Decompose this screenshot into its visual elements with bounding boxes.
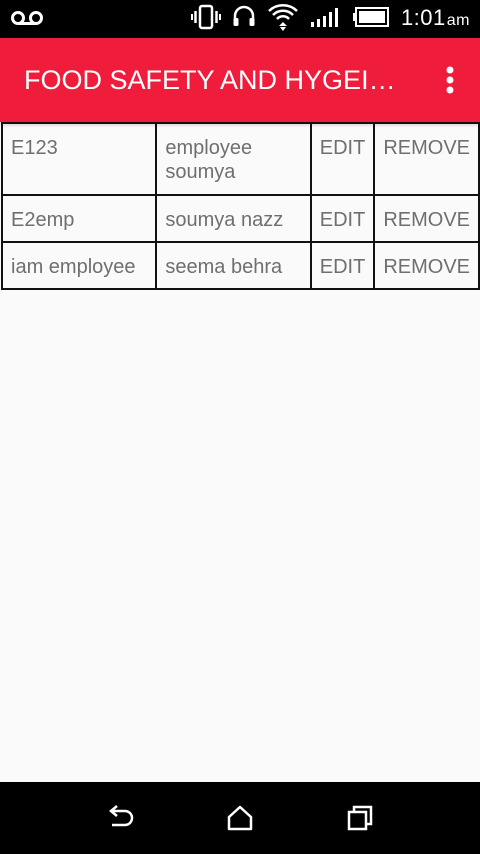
table-row: iam employee seema behra EDIT REMOVE xyxy=(0,241,480,290)
time-ampm: am xyxy=(446,11,470,29)
employee-name: employee soumya xyxy=(155,122,312,196)
navigation-bar xyxy=(0,782,480,854)
back-icon[interactable] xyxy=(102,800,138,836)
voicemail-icon xyxy=(10,11,44,32)
remove-button[interactable]: REMOVE xyxy=(373,122,480,196)
headset-icon xyxy=(231,4,257,35)
edit-button[interactable]: EDIT xyxy=(309,241,376,290)
employee-id: E2emp xyxy=(0,194,158,243)
employee-name: seema behra xyxy=(155,241,312,290)
employee-table: E123 employee soumya EDIT REMOVE E2emp s… xyxy=(0,122,480,290)
recents-icon[interactable] xyxy=(342,800,378,836)
wifi-icon xyxy=(267,2,299,37)
edit-button[interactable]: EDIT xyxy=(309,194,376,243)
remove-button[interactable]: REMOVE xyxy=(373,241,480,290)
signal-icon xyxy=(309,7,343,32)
edit-button[interactable]: EDIT xyxy=(309,122,376,196)
vibrate-icon xyxy=(190,4,221,35)
battery-icon xyxy=(352,6,391,33)
table-row: E2emp soumya nazz EDIT REMOVE xyxy=(0,194,480,243)
status-time: 1:01am xyxy=(401,0,470,40)
table-row: E123 employee soumya EDIT REMOVE xyxy=(0,122,480,196)
status-bar: 1:01am xyxy=(0,0,480,38)
employee-id: iam employee xyxy=(0,241,158,290)
more-vert-icon[interactable] xyxy=(438,64,462,96)
employee-list: E123 employee soumya EDIT REMOVE E2emp s… xyxy=(0,122,480,290)
time-value: 1:01 xyxy=(400,4,446,30)
employee-id: E123 xyxy=(0,122,158,196)
app-title: FOOD SAFETY AND HYGEINE xyxy=(24,65,404,95)
employee-name: soumya nazz xyxy=(155,194,312,243)
home-icon[interactable] xyxy=(222,800,258,836)
remove-button[interactable]: REMOVE xyxy=(373,194,480,243)
app-bar: FOOD SAFETY AND HYGEINE xyxy=(0,38,480,122)
